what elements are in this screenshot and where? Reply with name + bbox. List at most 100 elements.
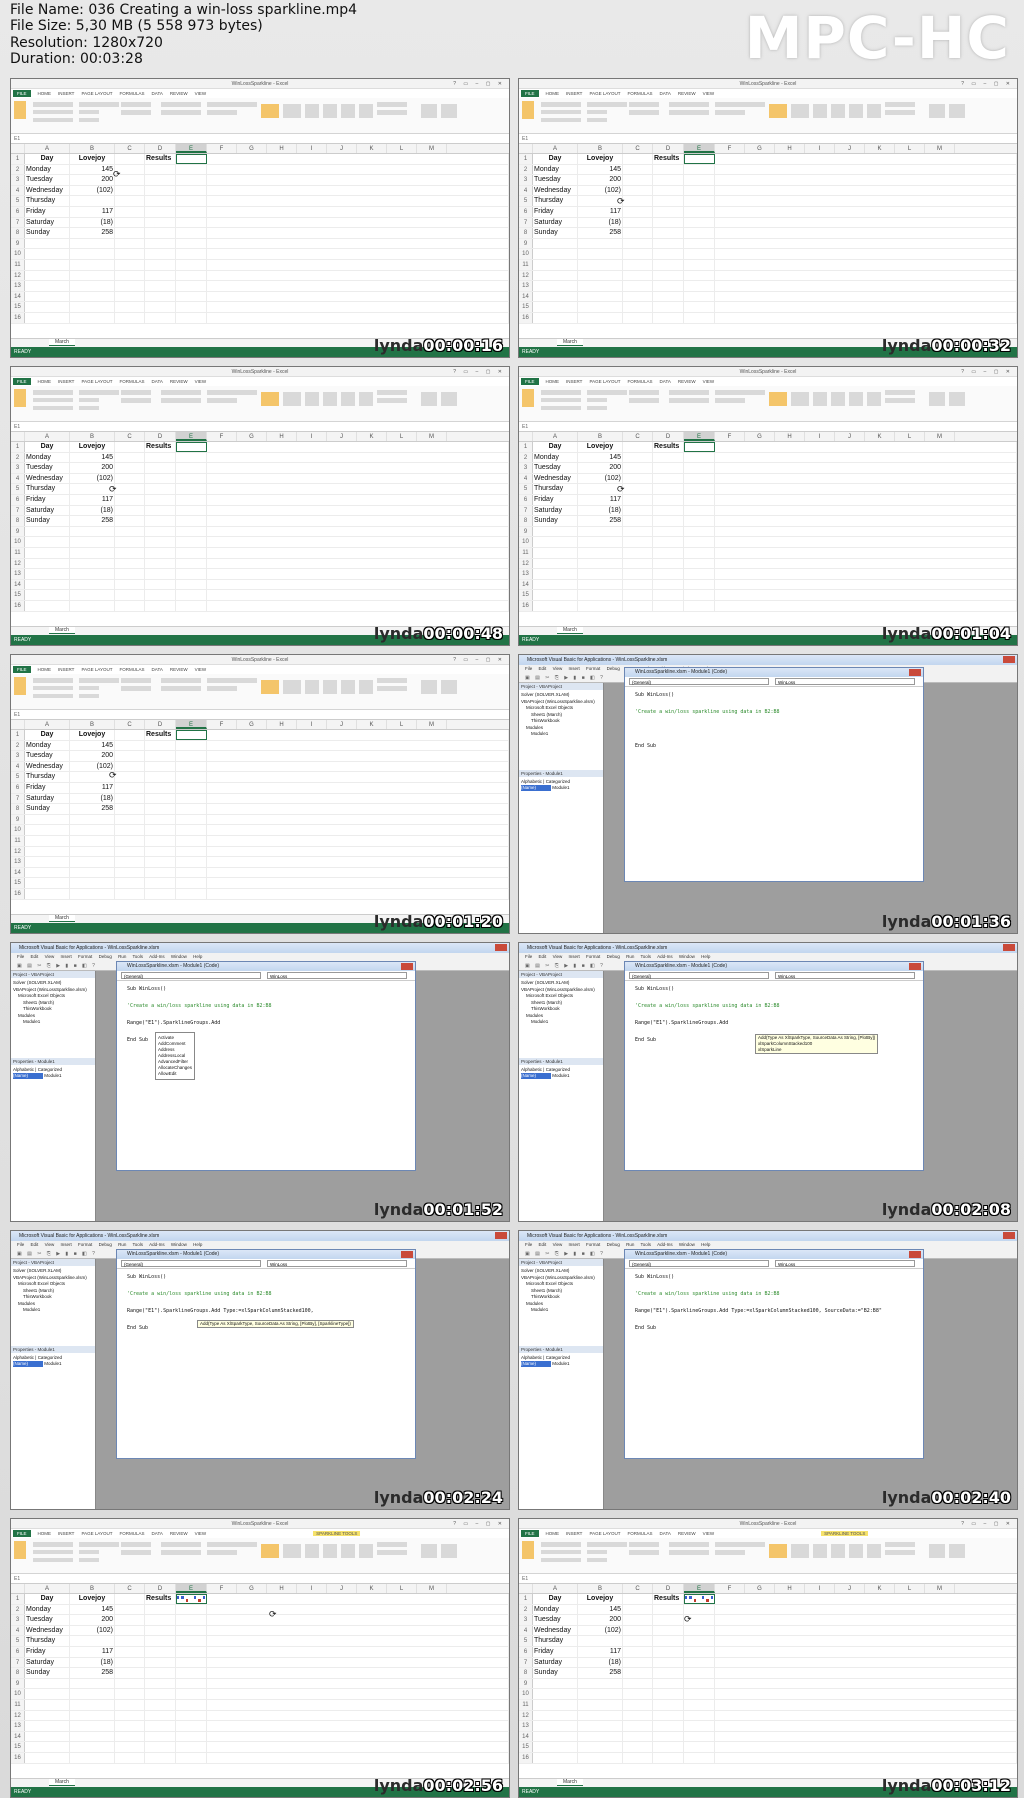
tab-insert[interactable]: INSERT bbox=[566, 91, 582, 96]
ribbon-control[interactable] bbox=[79, 398, 99, 402]
cell[interactable] bbox=[207, 600, 509, 611]
tab-data[interactable]: DATA bbox=[152, 379, 163, 384]
cell-c[interactable] bbox=[623, 505, 653, 516]
ribbon-control[interactable] bbox=[33, 678, 73, 683]
ribbon-control[interactable] bbox=[421, 392, 437, 406]
menu-add-ins[interactable]: Add-Ins bbox=[149, 954, 165, 959]
cell[interactable] bbox=[207, 463, 509, 473]
cell-e[interactable] bbox=[176, 867, 207, 878]
cell-c[interactable] bbox=[623, 185, 653, 196]
ribbon-control[interactable] bbox=[929, 104, 945, 118]
row-number[interactable]: 4 bbox=[519, 1625, 533, 1636]
cell-d[interactable] bbox=[145, 579, 176, 590]
ribbon-control[interactable] bbox=[885, 110, 915, 115]
select-all-corner[interactable] bbox=[519, 144, 533, 153]
ribbon-control[interactable] bbox=[831, 392, 845, 406]
cell-e[interactable] bbox=[684, 1752, 715, 1763]
ribbon-control[interactable] bbox=[929, 392, 945, 406]
cell-c[interactable] bbox=[115, 857, 145, 867]
tab-view[interactable]: VIEW bbox=[195, 1531, 207, 1536]
cell-b[interactable]: 200 bbox=[70, 463, 115, 473]
cell-d[interactable] bbox=[653, 1625, 684, 1636]
cell[interactable] bbox=[715, 302, 1017, 312]
column-header-e[interactable]: E bbox=[684, 1584, 715, 1593]
cell-a[interactable]: Saturday bbox=[25, 793, 70, 804]
cell-a[interactable] bbox=[25, 1699, 70, 1710]
ribbon-control[interactable] bbox=[33, 1542, 73, 1547]
column-header-b[interactable]: B bbox=[578, 1584, 623, 1593]
cell-e[interactable] bbox=[176, 761, 207, 772]
ribbon-control[interactable] bbox=[587, 390, 627, 395]
cell-e[interactable] bbox=[684, 196, 715, 206]
cell-d[interactable] bbox=[145, 463, 176, 473]
cell-b[interactable]: 258 bbox=[578, 1668, 623, 1678]
cell-e[interactable] bbox=[176, 888, 207, 899]
video-thumbnail[interactable]: Microsoft Visual Basic for Applications … bbox=[518, 942, 1018, 1222]
cell[interactable] bbox=[207, 1636, 509, 1646]
cell-c[interactable] bbox=[115, 1668, 145, 1678]
row-number[interactable]: 8 bbox=[519, 228, 533, 238]
ribbon-control[interactable] bbox=[121, 678, 151, 683]
cell-d[interactable] bbox=[145, 175, 176, 185]
ribbon-control[interactable] bbox=[161, 110, 201, 115]
column-header-k[interactable]: K bbox=[357, 432, 387, 441]
cell-c[interactable] bbox=[115, 442, 145, 452]
close-button[interactable] bbox=[495, 944, 507, 951]
menu-file[interactable]: File bbox=[525, 666, 532, 671]
tab-review[interactable]: REVIEW bbox=[170, 379, 188, 384]
cell-a[interactable] bbox=[533, 238, 578, 249]
cell-a[interactable]: Day bbox=[25, 730, 70, 740]
cell-a[interactable] bbox=[533, 312, 578, 323]
ribbon-control[interactable] bbox=[79, 686, 99, 690]
row-number[interactable]: 8 bbox=[11, 1668, 25, 1678]
tab-page-layout[interactable]: PAGE LAYOUT bbox=[589, 1531, 620, 1536]
ribbon-control[interactable] bbox=[441, 680, 457, 694]
ribbon-control[interactable] bbox=[283, 1544, 301, 1558]
cell[interactable] bbox=[207, 782, 509, 793]
cell-a[interactable] bbox=[25, 1689, 70, 1699]
cell-b[interactable]: Lovejoy bbox=[70, 442, 115, 452]
ribbon-control[interactable] bbox=[305, 104, 319, 118]
ribbon-control[interactable] bbox=[341, 1544, 355, 1558]
cell-a[interactable] bbox=[25, 259, 70, 270]
cell[interactable] bbox=[207, 1731, 509, 1742]
ribbon-control[interactable] bbox=[669, 110, 709, 115]
cell-b[interactable]: 258 bbox=[578, 516, 623, 526]
ribbon-control[interactable] bbox=[33, 694, 73, 698]
cell-c[interactable] bbox=[115, 579, 145, 590]
cell-e[interactable] bbox=[176, 312, 207, 323]
cell-e[interactable] bbox=[176, 751, 207, 761]
cell-b[interactable]: Lovejoy bbox=[70, 730, 115, 740]
cell-d[interactable] bbox=[653, 185, 684, 196]
cell-a[interactable]: Day bbox=[25, 442, 70, 452]
cell-b[interactable] bbox=[578, 238, 623, 249]
cell-e[interactable] bbox=[176, 579, 207, 590]
cell-d[interactable] bbox=[653, 484, 684, 494]
cell-d[interactable] bbox=[653, 206, 684, 217]
column-header-g[interactable]: G bbox=[745, 1584, 775, 1593]
row-number[interactable]: 2 bbox=[11, 740, 25, 751]
cell-a[interactable]: Sunday bbox=[25, 516, 70, 526]
menu-run[interactable]: Run bbox=[118, 954, 126, 959]
cell-c[interactable] bbox=[115, 547, 145, 558]
cell-c[interactable] bbox=[115, 740, 145, 751]
cell-a[interactable]: Monday bbox=[25, 452, 70, 463]
cell-e[interactable] bbox=[684, 1646, 715, 1657]
cell-c[interactable] bbox=[115, 505, 145, 516]
cell[interactable] bbox=[207, 249, 509, 259]
row-number[interactable]: 5 bbox=[11, 484, 25, 494]
ribbon-control[interactable] bbox=[791, 392, 809, 406]
row-number[interactable]: 4 bbox=[519, 473, 533, 484]
cell-d[interactable] bbox=[653, 1721, 684, 1731]
ribbon-control[interactable] bbox=[14, 101, 26, 119]
column-header-m[interactable]: M bbox=[417, 432, 447, 441]
cell-e[interactable] bbox=[176, 878, 207, 888]
tab-page-layout[interactable]: PAGE LAYOUT bbox=[589, 379, 620, 384]
ribbon-control[interactable] bbox=[207, 398, 237, 403]
cell-b[interactable] bbox=[578, 270, 623, 281]
ribbon-control[interactable] bbox=[541, 1550, 581, 1554]
cell-b[interactable] bbox=[578, 1742, 623, 1752]
column-header-h[interactable]: H bbox=[267, 1584, 297, 1593]
cell-a[interactable]: Sunday bbox=[25, 804, 70, 814]
video-thumbnail[interactable]: WinLossSparkline - Excel? ▭ – ▢ ✕ FILE HOM… bbox=[518, 78, 1018, 358]
